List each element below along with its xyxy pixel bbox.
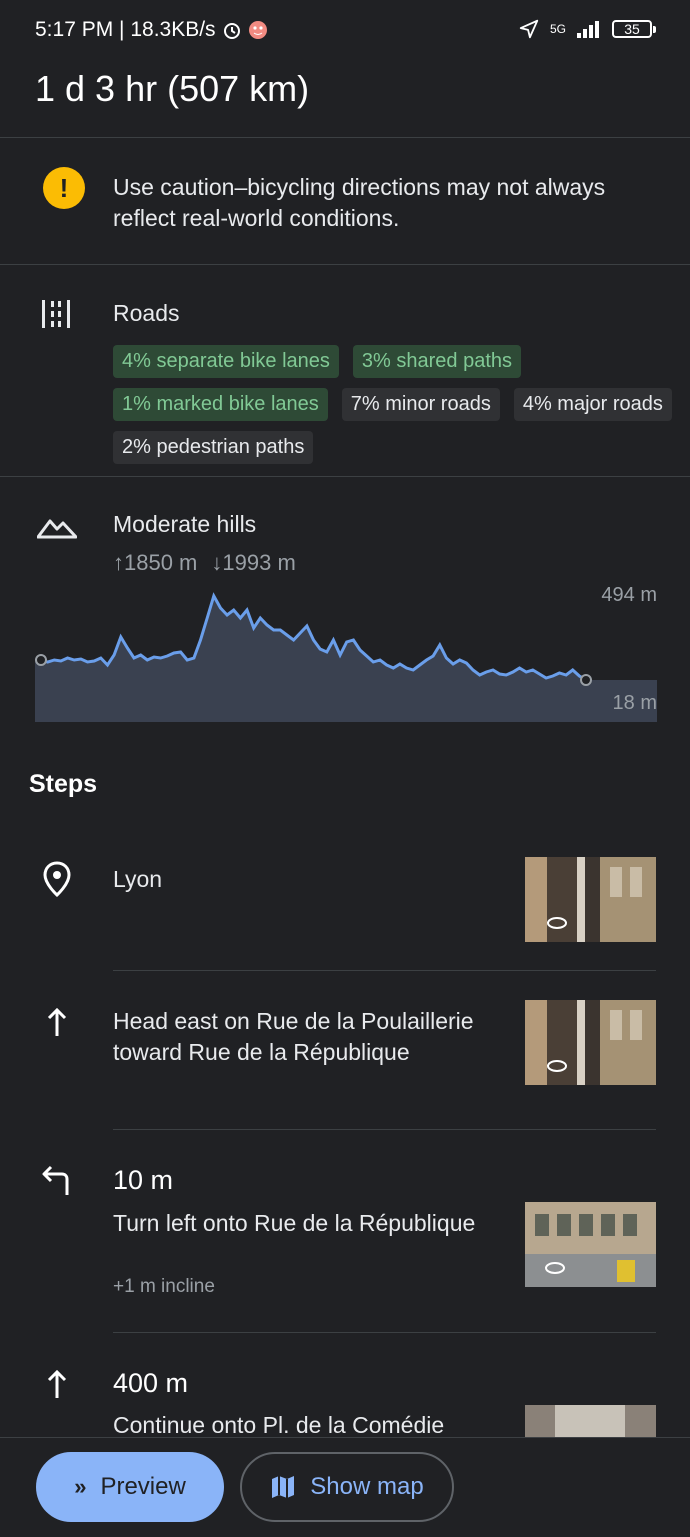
- caution-message: Use caution–bicycling directions may not…: [113, 174, 606, 231]
- turn-left-icon: [42, 1165, 69, 1195]
- location-pin-icon: [43, 861, 71, 898]
- step-distance: 10 m: [113, 1165, 174, 1195]
- divider: [0, 264, 690, 265]
- divider: [0, 137, 690, 138]
- elevation-chart: [35, 592, 657, 722]
- hills-label: Moderate hills: [113, 511, 257, 537]
- route-start-marker: [35, 654, 47, 666]
- route-end-marker: [580, 674, 592, 686]
- step-text[interactable]: Lyon: [113, 864, 513, 895]
- show-map-button[interactable]: Show map: [240, 1452, 454, 1522]
- ascent-value: 1850 m: [124, 550, 198, 575]
- map-icon: [272, 1476, 295, 1498]
- ascent: ↑1850 m: [113, 550, 197, 576]
- step-text[interactable]: Turn left onto Rue de la République: [113, 1208, 513, 1239]
- street-view-thumbnail[interactable]: [525, 857, 656, 942]
- arrow-up-icon: ↑: [113, 550, 124, 575]
- descent: ↓1993 m: [211, 550, 295, 576]
- status-bar-left: 5:17 PM | 18.3KB/s: [35, 18, 268, 42]
- divider: [113, 1129, 656, 1130]
- show-map-label: Show map: [310, 1473, 424, 1500]
- road-chip: 1% marked bike lanes: [113, 388, 328, 421]
- alarm-icon: [223, 23, 240, 39]
- status-time: 5:17 PM | 18.3KB/s: [35, 18, 216, 41]
- steps-heading: Steps: [29, 770, 98, 798]
- road-chip: 4% major roads: [513, 388, 672, 421]
- elevation-area: [35, 596, 657, 722]
- mountain-icon: [37, 519, 77, 539]
- step-distance: 400 m: [113, 1368, 189, 1398]
- status-bar-right: 5G 35: [518, 18, 656, 40]
- navigation-arrow-icon: [519, 19, 539, 39]
- arrow-straight-icon: [47, 1369, 67, 1398]
- preview-button[interactable]: » Preview: [36, 1452, 224, 1522]
- divider: [0, 476, 690, 477]
- double-chevron-right-icon: »: [74, 1474, 87, 1499]
- road-lanes-icon: [42, 300, 70, 328]
- street-view-thumbnail[interactable]: [525, 1202, 656, 1287]
- route-duration-title: 1 d 3 hr (507 km): [35, 68, 310, 109]
- road-type-chips: 4% separate bike lanes 3% shared paths 1…: [113, 345, 673, 464]
- descent-value: 1993 m: [222, 550, 296, 575]
- roads-label: Roads: [113, 300, 180, 326]
- arrow-straight-icon: [47, 1007, 67, 1036]
- road-chip: 7% minor roads: [341, 388, 500, 421]
- step-incline: +1 m incline: [113, 1276, 215, 1297]
- divider: [113, 1332, 656, 1333]
- road-chip: 2% pedestrian paths: [113, 431, 314, 464]
- street-view-thumbnail[interactable]: [525, 1405, 656, 1437]
- elevation-min-label: 18 m: [612, 692, 657, 714]
- elevation-stats: ↑1850 m ↓1993 m: [113, 550, 296, 576]
- preview-label: Preview: [100, 1473, 186, 1500]
- divider: [113, 970, 656, 971]
- road-chip: 4% separate bike lanes: [113, 345, 339, 378]
- step-text[interactable]: Head east on Rue de la Poulaillerie towa…: [113, 1006, 513, 1068]
- emoji-icon: [248, 21, 267, 39]
- signal-icon: [577, 21, 599, 38]
- battery-icon: 35: [612, 20, 656, 38]
- network-type: 5G: [549, 22, 566, 36]
- warning-icon: !: [43, 167, 85, 209]
- road-chip: 3% shared paths: [352, 345, 522, 378]
- arrow-down-icon: ↓: [211, 550, 223, 575]
- street-view-thumbnail[interactable]: [525, 1000, 656, 1085]
- battery-level: 35: [624, 21, 640, 37]
